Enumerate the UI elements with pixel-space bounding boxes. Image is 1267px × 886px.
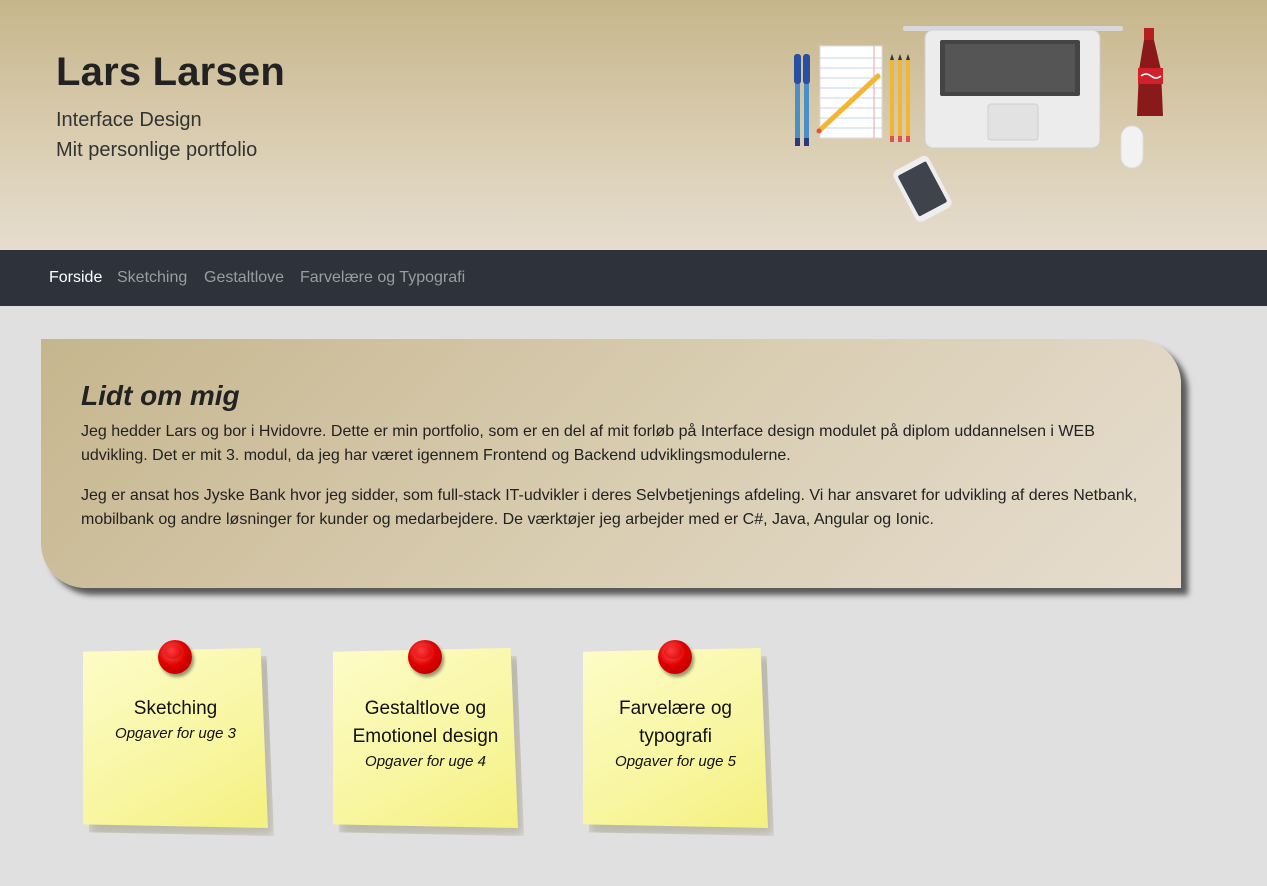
pushpin-icon [658,640,692,674]
notepad-icon [816,45,883,139]
pushpin-icon [158,640,192,674]
note-title: Farvelære og typografi [619,698,732,747]
note-title: Sketching [133,698,218,719]
about-paragraph-2: Jeg er ansat hos Jyske Bank hvor jeg sid… [81,487,1138,528]
note-week: Opgaver for uge 5 [615,753,736,770]
about-card: Lidt om mig Jeg hedder Lars og bor i Hvi… [41,339,1181,588]
about-paragraph-1: Jeg hedder Lars og bor i Hvidovre. Dette… [81,423,1095,464]
main-nav: Forside Sketching Gestaltlove Farvelære … [0,250,1267,306]
nav-item-gestaltlove[interactable]: Gestaltlove [204,269,284,287]
pencils-icon [890,54,910,142]
laptop-icon [903,26,1123,149]
sticky-note-gestaltlove[interactable]: Gestaltlove og Emotionel design Opgaver … [333,640,524,836]
site-subtitle: Interface Design [56,109,202,131]
site-title: Lars Larsen [56,50,285,94]
pushpin-icon [408,640,442,674]
sticky-note-sketching[interactable]: Sketching Opgaver for uge 3 [83,640,274,836]
page-header: Lars Larsen Interface Design Mit personl… [0,0,1267,250]
desk-illustration [794,26,1163,222]
sticky-note-farvelaere[interactable]: Farvelære og typografi Opgaver for uge 5 [583,640,774,836]
note-week: Opgaver for uge 3 [115,725,236,742]
site-tagline: Mit personlige portfolio [56,139,258,161]
mouse-icon [1120,125,1144,169]
note-title: Gestaltlove og Emotionel design [352,698,499,747]
about-title: Lidt om mig [81,380,240,411]
nav-item-farvelaere[interactable]: Farvelære og Typografi [300,269,465,287]
bottle-icon [1137,28,1163,116]
nav-item-forside[interactable]: Forside [49,269,102,287]
phone-icon [893,156,952,222]
note-week: Opgaver for uge 4 [365,753,486,770]
nav-item-sketching[interactable]: Sketching [117,269,187,287]
pens-icon [794,54,810,146]
